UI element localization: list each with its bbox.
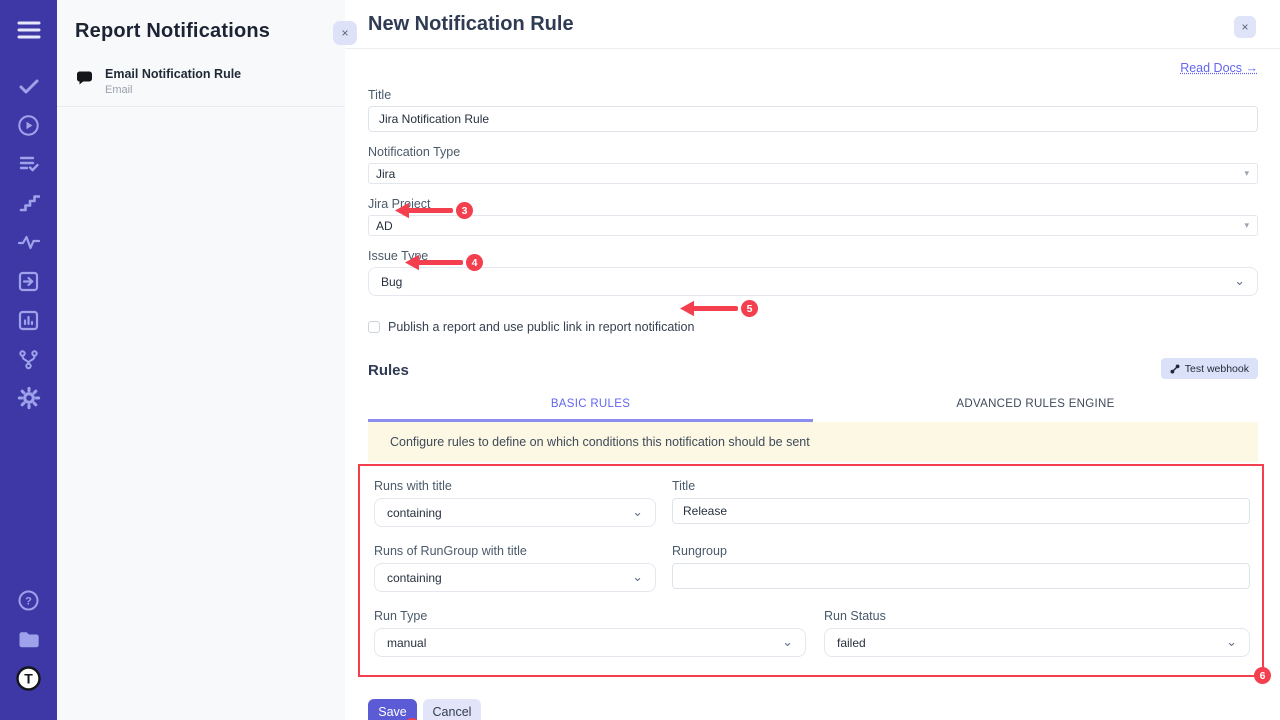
main-header: New Notification Rule × bbox=[345, 0, 1280, 49]
test-list-icon[interactable] bbox=[16, 151, 42, 177]
tab-advanced-rules-engine[interactable]: ADVANCED RULES ENGINE bbox=[813, 391, 1258, 422]
app-logo[interactable]: T bbox=[16, 665, 42, 691]
webhook-icon bbox=[1170, 364, 1180, 374]
chevron-down-icon: ⌄ bbox=[1226, 634, 1237, 650]
runs-with-title-label: Runs with title bbox=[374, 479, 656, 493]
panel-title: Report Notifications bbox=[57, 0, 345, 43]
settings-gear-icon[interactable] bbox=[16, 385, 42, 411]
run-title-label: Title bbox=[672, 479, 1250, 493]
rules-tabs: BASIC RULES ADVANCED RULES ENGINE bbox=[368, 391, 1258, 422]
run-type-select[interactable]: manual ⌄ bbox=[374, 628, 806, 657]
rules-header: Rules Test webhook bbox=[368, 358, 1258, 379]
rungroup-with-title-label: Runs of RunGroup with title bbox=[374, 544, 656, 558]
chevron-down-icon: ⌄ bbox=[632, 504, 643, 520]
runs-with-title-select[interactable]: containing ⌄ bbox=[374, 498, 656, 527]
svg-text:?: ? bbox=[25, 595, 32, 607]
cancel-button[interactable]: Cancel bbox=[423, 699, 481, 720]
title-label: Title bbox=[368, 88, 1258, 102]
branch-icon[interactable] bbox=[16, 346, 42, 372]
publish-report-row: Publish a report and use public link in … bbox=[368, 320, 1258, 334]
notification-type-select[interactable]: Jira ▾ bbox=[368, 163, 1258, 184]
chevron-down-icon: ⌄ bbox=[782, 634, 793, 650]
rungroup-input[interactable] bbox=[672, 563, 1250, 589]
jira-project-select[interactable]: AD ▾ bbox=[368, 215, 1258, 236]
rules-heading: Rules bbox=[368, 362, 409, 379]
hamburger-menu-icon[interactable] bbox=[16, 17, 42, 43]
rules-info-banner: Configure rules to define on which condi… bbox=[368, 422, 1258, 462]
run-status-select[interactable]: failed ⌄ bbox=[824, 628, 1250, 657]
help-icon[interactable]: ? bbox=[16, 587, 42, 613]
dialog-close-button[interactable]: × bbox=[1234, 16, 1256, 38]
run-box-icon[interactable] bbox=[16, 268, 42, 294]
page-title: New Notification Rule bbox=[345, 0, 1280, 36]
folder-icon[interactable] bbox=[16, 626, 42, 652]
chevron-down-icon: ⌄ bbox=[632, 569, 643, 585]
form-actions: Save 7 Cancel bbox=[368, 699, 1258, 720]
list-item-subtitle: Email bbox=[105, 84, 241, 96]
publish-report-label: Publish a report and use public link in … bbox=[388, 320, 694, 334]
rungroup-with-title-select[interactable]: containing ⌄ bbox=[374, 563, 656, 592]
select-caret-icon: ▾ bbox=[1244, 168, 1249, 179]
check-icon[interactable] bbox=[16, 73, 42, 99]
list-item-email-notification-rule[interactable]: Email Notification Rule Email bbox=[57, 59, 345, 107]
chevron-down-icon: ⌄ bbox=[1234, 273, 1245, 289]
left-nav-sidebar: ? T bbox=[0, 0, 57, 720]
run-type-label: Run Type bbox=[374, 609, 806, 623]
app-window: ? T Report Notifications × Email Notific… bbox=[0, 0, 1280, 720]
tab-basic-rules[interactable]: BASIC RULES bbox=[368, 391, 813, 422]
list-item-title: Email Notification Rule bbox=[105, 67, 241, 81]
play-circle-icon[interactable] bbox=[16, 112, 42, 138]
issue-type-select[interactable]: Bug ⌄ bbox=[368, 267, 1258, 296]
annotation-box-rules-form: Runs with title containing ⌄ Title Runs … bbox=[358, 464, 1264, 677]
panel-close-button[interactable]: × bbox=[333, 21, 357, 45]
main-content: New Notification Rule × Read Docs → Titl… bbox=[345, 0, 1280, 720]
speech-bubble-icon bbox=[75, 70, 94, 93]
read-docs-link[interactable]: Read Docs → bbox=[1180, 61, 1258, 75]
svg-text:T: T bbox=[24, 670, 33, 686]
test-webhook-button[interactable]: Test webhook bbox=[1161, 358, 1258, 379]
run-title-input[interactable] bbox=[672, 498, 1250, 524]
select-caret-icon: ▾ bbox=[1244, 220, 1249, 231]
save-button[interactable]: Save 7 bbox=[368, 699, 417, 720]
report-notifications-panel: Report Notifications × Email Notificatio… bbox=[57, 0, 345, 720]
run-status-label: Run Status bbox=[824, 609, 1250, 623]
activity-pulse-icon[interactable] bbox=[16, 229, 42, 255]
annotation-badge-6: 6 bbox=[1254, 667, 1271, 684]
jira-project-label: Jira Project bbox=[368, 197, 1258, 211]
notification-type-label: Notification Type bbox=[368, 145, 1258, 159]
title-input[interactable] bbox=[368, 106, 1258, 132]
issue-type-label: Issue Type bbox=[368, 249, 1258, 263]
form-content: Read Docs → Title Notification Type Jira… bbox=[345, 59, 1280, 720]
publish-report-checkbox[interactable] bbox=[368, 321, 380, 333]
reports-chart-icon[interactable] bbox=[16, 307, 42, 333]
rungroup-label: Rungroup bbox=[672, 544, 1250, 558]
steps-icon[interactable] bbox=[16, 190, 42, 216]
